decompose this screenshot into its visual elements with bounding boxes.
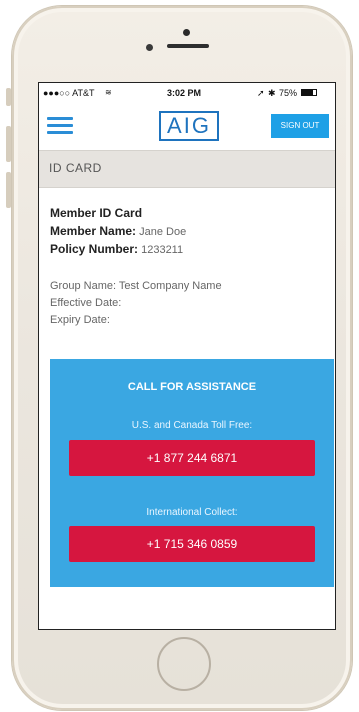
- policy-number-row: Policy Number: 1233211: [50, 242, 183, 256]
- member-card-title: Member ID Card: [50, 206, 143, 220]
- member-name-label: Member Name:: [50, 224, 137, 238]
- bluetooth-icon: ✱: [268, 88, 276, 98]
- menu-icon[interactable]: [47, 117, 73, 135]
- assistance-panel: CALL FOR ASSISTANCE U.S. and Canada Toll…: [50, 359, 334, 587]
- us-toll-free-label: U.S. and Canada Toll Free:: [131, 420, 253, 431]
- app-screen: ●●●○○ AT&T ≋ 3:02 PM ➚ ✱ 75% AIG SIGN OU…: [38, 82, 336, 630]
- aig-logo: AIG: [159, 111, 219, 141]
- call-international-button[interactable]: +1 715 346 0859: [69, 526, 315, 562]
- mute-switch: [6, 88, 11, 106]
- sensor-icon: [146, 44, 153, 51]
- member-name-row: Member Name: Jane Doe: [50, 224, 186, 238]
- group-name: Group Name: Test Company Name: [50, 280, 222, 292]
- effective-date: Effective Date:: [50, 297, 122, 309]
- battery-percent: 75%: [279, 88, 298, 98]
- expiry-date: Expiry Date:: [50, 314, 110, 326]
- policy-number-value: 1233211: [141, 244, 184, 256]
- sign-out-button[interactable]: SIGN OUT: [271, 114, 329, 138]
- volume-down-button: [6, 172, 11, 208]
- app-header: AIG SIGN OUT: [39, 103, 335, 149]
- battery-icon: [301, 89, 317, 96]
- clock: 3:02 PM: [167, 88, 202, 98]
- status-bar: ●●●○○ AT&T ≋ 3:02 PM ➚ ✱ 75%: [39, 83, 335, 103]
- section-header: ID CARD: [39, 150, 335, 188]
- call-us-button[interactable]: +1 877 244 6871: [69, 440, 315, 476]
- international-label: International Collect:: [146, 507, 238, 518]
- camera-icon: [183, 29, 190, 36]
- carrier-label: ●●●○○ AT&T: [43, 88, 95, 98]
- location-icon: ➚: [257, 88, 265, 98]
- policy-number-label: Policy Number:: [50, 242, 139, 256]
- assistance-title: CALL FOR ASSISTANCE: [127, 381, 257, 393]
- speaker-grill: [167, 44, 209, 48]
- wifi-icon: ≋: [105, 88, 112, 97]
- member-name-value: Jane Doe: [139, 226, 187, 238]
- section-title: ID CARD: [49, 161, 102, 175]
- home-button[interactable]: [157, 637, 211, 691]
- volume-up-button: [6, 126, 11, 162]
